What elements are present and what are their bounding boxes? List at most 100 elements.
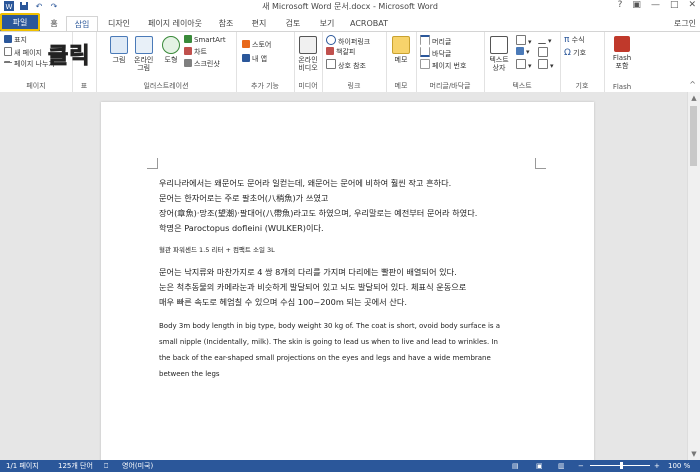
screenshot-label: 스크린샷: [194, 60, 220, 68]
blank-page-label: 새 페이지: [14, 49, 42, 57]
paragraph-1-line-4: 학명은 Paroctopus dofleini (WULKER)이다.: [159, 223, 324, 233]
sign-in-link[interactable]: 로그인: [674, 18, 696, 29]
quick-parts-button[interactable]: ▾: [516, 35, 532, 46]
document-body[interactable]: 우리나라에서는 왜문어도 문어라 일컫는데, 왜문어는 문어에 비하여 훨씬 작…: [159, 176, 535, 382]
zoom-slider-thumb[interactable]: [620, 462, 623, 469]
online-video-label: 온라인: [298, 56, 318, 64]
tab-page-layout[interactable]: 페이지 레이아웃: [142, 16, 208, 31]
paragraph-1-line-3: 장어(章魚)·망조(望潮)·팔대어(八帶魚)라고도 하였으며, 우리말로는 예전…: [159, 208, 478, 218]
vertical-scrollbar[interactable]: ▲ ▼: [687, 92, 700, 460]
smartart-button[interactable]: SmartArt: [184, 35, 226, 45]
symbol-button[interactable]: Ω 기호: [564, 48, 586, 58]
flash-label-2: 포함: [615, 62, 629, 70]
tab-review[interactable]: 검토: [278, 16, 308, 31]
pictures-button[interactable]: 그림: [110, 36, 128, 64]
date-time-button[interactable]: [538, 47, 550, 57]
chart-label: 차트: [194, 48, 207, 56]
bookmark-button[interactable]: 책갈피: [326, 47, 355, 57]
zoom-in-icon[interactable]: +: [654, 460, 660, 472]
group-label-media: 미디어: [298, 82, 318, 90]
group-media: 온라인 비디오 미디어: [294, 32, 323, 92]
cover-page-button[interactable]: 표지: [4, 35, 27, 45]
collapse-ribbon-icon[interactable]: ^: [689, 80, 696, 89]
online-picture-icon: [134, 36, 153, 54]
close-icon[interactable]: ✕: [688, 0, 696, 10]
group-label-illustrations: 일러스트레이션: [143, 82, 189, 90]
my-apps-button[interactable]: 내 앱: [242, 54, 267, 64]
scroll-down-icon[interactable]: ▼: [688, 450, 700, 458]
tab-acrobat[interactable]: ACROBAT: [346, 16, 392, 31]
store-icon: [242, 40, 250, 48]
chart-button[interactable]: 차트: [184, 47, 207, 57]
wordart-icon: [516, 47, 524, 55]
proofing-icon[interactable]: ⎕: [104, 460, 108, 472]
paragraph-3-line-1: 문어는 낙지류와 마찬가지로 4 쌍 8개의 다리를 가지며 다리에는 빨판이 …: [159, 267, 457, 277]
header-button[interactable]: 머리글: [420, 35, 452, 46]
store-button[interactable]: 스토어: [242, 40, 271, 50]
object-icon: [538, 59, 548, 69]
document-workspace: 우리나라에서는 왜문어도 문어라 일컫는데, 왜문어는 문어에 비하여 훨씬 작…: [0, 92, 688, 472]
page-number-button[interactable]: 페이지 번호: [420, 59, 466, 70]
drop-cap-icon: [516, 59, 526, 69]
blank-page-icon: [4, 47, 12, 56]
group-header-footer: 머리글 바닥글 페이지 번호 머리글/바닥글: [416, 32, 485, 92]
scroll-up-icon[interactable]: ▲: [688, 94, 700, 102]
flash-embed-button[interactable]: Flash 포함: [608, 36, 636, 70]
scrollbar-thumb[interactable]: [690, 106, 697, 166]
cross-reference-button[interactable]: 상호 참조: [326, 59, 366, 70]
group-label-table: 표: [80, 82, 88, 90]
signature-line-button[interactable]: ▾: [538, 35, 552, 45]
online-pictures-button[interactable]: 온라인 그림: [134, 36, 153, 72]
text-box-icon: [490, 36, 508, 54]
group-label-flash: Flash: [612, 83, 632, 91]
drop-cap-button[interactable]: ▾: [516, 59, 532, 70]
online-pictures-label: 온라인: [134, 56, 154, 64]
document-page[interactable]: 우리나라에서는 왜문어도 문어라 일컫는데, 왜문어는 문어에 비하여 훨씬 작…: [101, 102, 594, 472]
paragraph-1-line-2: 문어는 한자어로는 주로 팔초어(八梢魚)가 쓰였고: [159, 193, 329, 203]
margin-corner-top-right: [535, 158, 546, 169]
signature-line-icon: [538, 35, 546, 44]
picture-icon: [110, 36, 128, 54]
screenshot-button[interactable]: 스크린샷: [184, 59, 220, 69]
footer-button[interactable]: 바닥글: [420, 47, 451, 58]
maximize-icon[interactable]: □: [670, 0, 679, 10]
tab-insert[interactable]: 삽입: [66, 16, 98, 32]
paragraph-3-line-2: 눈은 척추동물의 카메라눈과 비슷하게 발달되어 있고 뇌도 발달되어 있다. …: [159, 282, 467, 292]
page-count[interactable]: 1/1 페이지: [6, 460, 39, 472]
comment-button[interactable]: 메모: [389, 36, 413, 64]
page-break-icon: [4, 61, 12, 67]
zoom-level[interactable]: 100 %: [668, 460, 690, 472]
bookmark-label: 책갈피: [336, 48, 356, 56]
online-video-button[interactable]: 온라인 비디오: [296, 36, 320, 72]
group-label-header-footer: 머리글/바닥글: [429, 82, 471, 90]
tab-view[interactable]: 보기: [312, 16, 342, 31]
web-layout-icon[interactable]: ▥: [558, 460, 565, 472]
hyperlink-button[interactable]: 하이퍼링크: [326, 35, 370, 46]
zoom-out-icon[interactable]: −: [578, 460, 584, 472]
print-layout-icon[interactable]: ▣: [536, 460, 543, 472]
symbol-label: 기호: [573, 49, 587, 57]
language-status[interactable]: 영어(미국): [122, 460, 153, 472]
read-mode-icon[interactable]: ▤: [512, 460, 519, 472]
group-symbols: π 수식 Ω 기호 기호: [560, 32, 605, 92]
group-illustrations: 그림 온라인 그림 도형 SmartArt 차트 스크린샷 일러스트레이션: [96, 32, 237, 92]
tab-mailings[interactable]: 편지: [244, 16, 274, 31]
blank-page-button[interactable]: 새 페이지: [4, 47, 42, 57]
group-label-pages: 페이지: [26, 82, 46, 90]
object-button[interactable]: ▾: [538, 59, 554, 70]
text-box-button[interactable]: 텍스트 상자: [487, 36, 511, 72]
minimize-icon[interactable]: —: [651, 0, 660, 10]
store-label: 스토어: [252, 41, 272, 49]
wordart-button[interactable]: ▾: [516, 47, 530, 57]
ribbon-display-icon[interactable]: ▣: [632, 0, 641, 10]
help-icon[interactable]: ?: [618, 0, 623, 10]
tab-design[interactable]: 디자인: [100, 16, 138, 31]
screenshot-icon: [184, 59, 192, 67]
tab-home[interactable]: 홈: [44, 16, 64, 31]
word-count[interactable]: 125개 단어: [58, 460, 93, 472]
header-label: 머리글: [432, 38, 452, 46]
equation-button[interactable]: π 수식: [564, 35, 585, 45]
tab-references[interactable]: 참조: [212, 16, 240, 31]
bookmark-icon: [326, 47, 334, 55]
shapes-button[interactable]: 도형: [162, 36, 180, 64]
